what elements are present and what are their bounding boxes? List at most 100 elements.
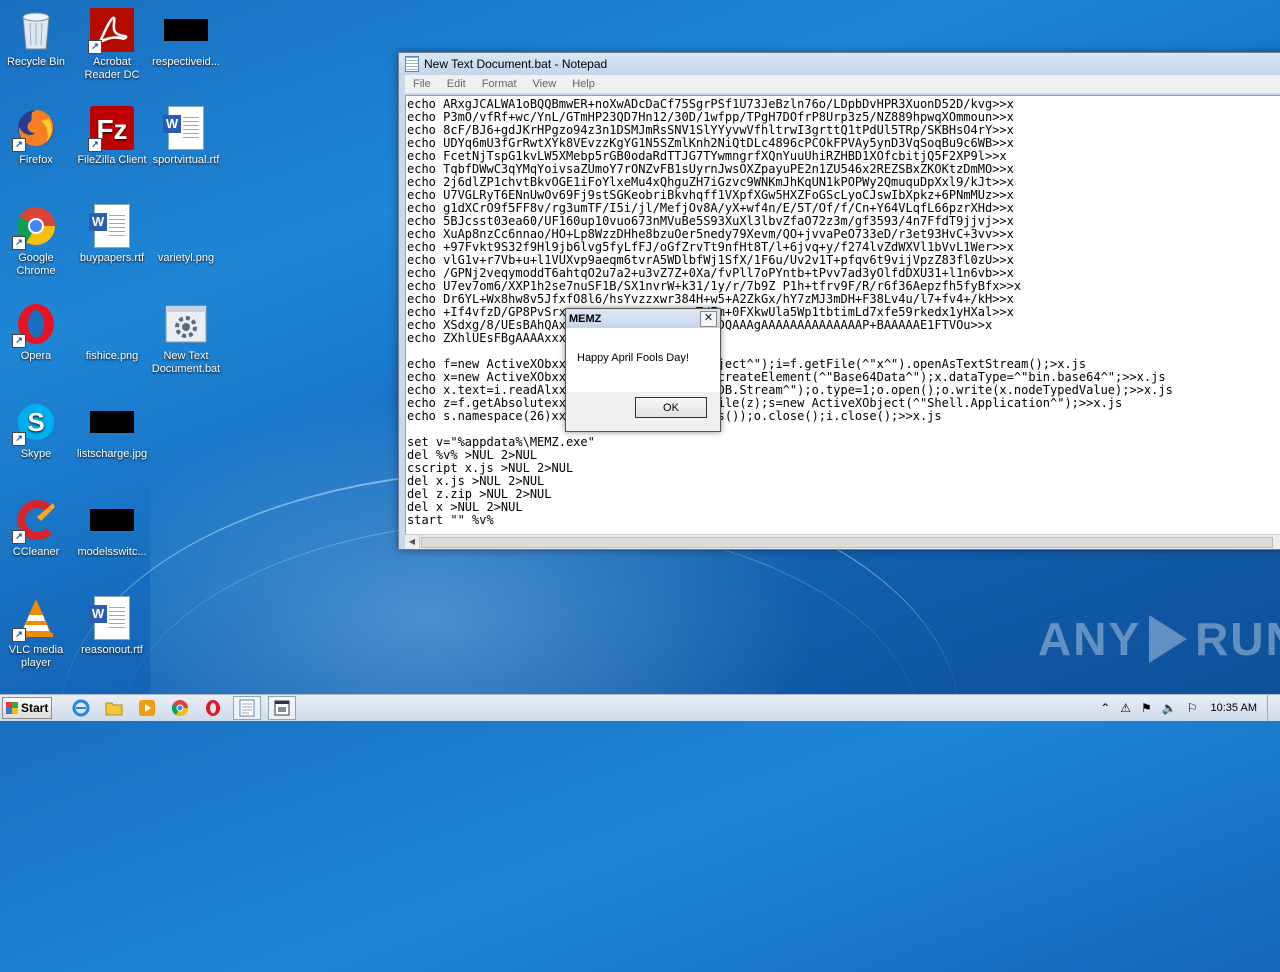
text-line: echo g1dXCrO9f5FF8v/rg3umTF/I5i/jl/MefjO… [407, 201, 1014, 215]
opera-icon[interactable] [200, 697, 226, 719]
windows-logo-icon [6, 702, 18, 714]
desktop-icon-listscharge[interactable]: listscharge.jpg [74, 400, 150, 461]
clock[interactable]: 10:35 AM [1211, 702, 1257, 714]
dialog-titlebar[interactable]: MEMZ [566, 309, 720, 328]
text-line: echo ARxgJCALWA1oBQQBmwER+noXwADcDaCf75S… [407, 97, 1014, 111]
menu-edit[interactable]: Edit [439, 78, 474, 90]
scroll-left-icon[interactable]: ◀ [405, 535, 420, 549]
dialog-message: Happy April Fools Day! [577, 352, 689, 364]
desktop-icon-label: reasonout.rtf [81, 644, 143, 656]
ok-button[interactable]: OK [635, 397, 707, 418]
network-warning-icon[interactable]: ⚠ [1120, 701, 1131, 715]
desktop-icon-label: sportvirtual.rtf [152, 154, 220, 166]
desktop-icon-label: Recycle Bin [6, 56, 66, 68]
shortcut-arrow-icon: ↗ [12, 628, 26, 642]
notepad-window[interactable]: New Text Document.bat - Notepad File Edi… [398, 52, 1280, 550]
start-label: Start [21, 701, 49, 715]
menu-view[interactable]: View [525, 78, 565, 90]
volume-icon[interactable]: 🔈 [1162, 701, 1177, 715]
notepad-text-area[interactable]: echo ARxgJCALWA1oBQQBmwER+noXwADcDaCf75S… [405, 95, 1280, 535]
dialog-title: MEMZ [569, 312, 602, 325]
desktop-icon-sportvirtual[interactable]: W sportvirtual.rtf [148, 106, 224, 167]
desktop-icon-skype[interactable]: S ↗ Skype [0, 400, 74, 461]
acrobat-icon: ↗ [88, 8, 134, 54]
svg-text:S: S [27, 407, 44, 437]
desktop-icon-new-text-document-bat[interactable]: New Text Document.bat [148, 302, 224, 376]
menu-format[interactable]: Format [474, 78, 525, 90]
desktop-icon-label: New Text Document.bat [151, 350, 221, 375]
notepad-titlebar[interactable]: New Text Document.bat - Notepad [399, 53, 1280, 75]
desktop-icon-fishice[interactable]: fishice.png [74, 302, 150, 363]
show-desktop-button[interactable] [1267, 695, 1280, 721]
desktop-icon-filezilla[interactable]: Fz ↗ FileZilla Client [74, 106, 150, 167]
desktop-icon-label: Firefox [19, 154, 53, 166]
word-doc-icon: W [163, 106, 208, 150]
text-line: echo z=f.getAbsolutexxxxxxxxxxxxxxo.save… [407, 396, 1123, 410]
vlc-icon: ↗ [12, 596, 58, 642]
text-line: echo TqbfDWwC3qYMqYoivsaZUmoY7rONZvFB1sU… [407, 162, 1014, 176]
notepad-icon[interactable] [233, 696, 261, 720]
png-file-icon [164, 204, 208, 248]
horizontal-scrollbar[interactable]: ◀ [405, 534, 1280, 549]
desktop-icon-label: Google Chrome [16, 252, 56, 277]
desktop-icon-firefox[interactable]: ↗ Firefox [0, 106, 74, 167]
text-line: echo f=new ActiveXObxxxxxxxxxxxxxxeSyste… [407, 357, 1087, 371]
media-player-icon[interactable] [134, 697, 160, 719]
chrome-icon: ↗ [12, 204, 58, 250]
chrome-icon[interactable] [167, 697, 193, 719]
desktop-icon-modelsswitc[interactable]: modelsswitc... [74, 498, 150, 559]
text-line: echo UDYq6mU3fGrRwtXYk8VEvzzKgYG1N5SZmlK… [407, 136, 1014, 150]
text-line: echo x=new ActiveXObxxxxxxxxxxxxxxument^… [407, 370, 1166, 384]
show-hidden-icons-icon[interactable]: ⌃ [1100, 701, 1110, 715]
desktop-icon-reasonout[interactable]: W reasonout.rtf [74, 596, 150, 657]
desktop-icon-acrobat[interactable]: ↗ Acrobat Reader DC [74, 8, 150, 82]
desktop-icon-label: VLC media player [8, 644, 64, 669]
text-line: set v="%appdata%\MEMZ.exe" [407, 435, 595, 449]
internet-explorer-icon[interactable] [68, 697, 94, 719]
bat-file-icon [164, 302, 208, 346]
desktop-icon-buypapers[interactable]: W buypapers.rtf [74, 204, 150, 265]
desktop-icon-varietyl[interactable]: varietyl.png [148, 204, 224, 265]
png-file-icon [90, 302, 134, 346]
dialog-body: Happy April Fools Day! [566, 328, 720, 392]
memz-dialog[interactable]: MEMZ ✕ Happy April Fools Day! OK [565, 308, 721, 432]
filezilla-icon: Fz ↗ [88, 106, 134, 152]
desktop-icon-vlc[interactable]: ↗ VLC media player [0, 596, 74, 670]
desktop-icon-chrome[interactable]: ↗ Google Chrome [0, 204, 74, 278]
desktop-icon-recycle-bin[interactable]: Recycle Bin [0, 8, 74, 69]
text-line: echo 2j6dlZP1chvtBkvOGE1iFoYlxeMu4xQhguZ… [407, 175, 1014, 189]
text-line: echo XuAp8nzCc6nnao/HO+Lp8WzzDHhe8bzuOer… [407, 227, 1014, 241]
start-button[interactable]: Start [2, 697, 52, 719]
task-icon[interactable] [268, 696, 296, 720]
recycle-bin-icon [14, 8, 58, 52]
action-center-icon[interactable]: ⚐ [1187, 701, 1198, 715]
desktop-icon-label: FileZilla Client [77, 154, 147, 166]
shortcut-arrow-icon: ↗ [12, 334, 26, 348]
shortcut-arrow-icon: ↗ [12, 236, 26, 250]
desktop-icon-label: buypapers.rtf [79, 252, 145, 264]
text-line: echo x.text=i.readAlxxxxxxxxxxxxxxect(^"… [407, 383, 1173, 397]
text-line: echo FcetNjTspG1kvLW5XMebp5rGB0odaRdTTJG… [407, 149, 1007, 163]
scrollbar-thumb[interactable] [421, 537, 1273, 548]
desktop-icon-ccleaner[interactable]: ↗ CCleaner [0, 498, 74, 559]
wallpaper-arc [120, 520, 920, 941]
close-icon[interactable]: ✕ [700, 311, 717, 327]
shortcut-arrow-icon: ↗ [12, 530, 26, 544]
desktop-icon-label: Skype [20, 448, 52, 460]
black-file-icon [164, 8, 208, 52]
explorer-icon[interactable] [101, 697, 127, 719]
firefox-icon: ↗ [12, 106, 58, 152]
jpg-file-icon [90, 400, 134, 444]
menu-file[interactable]: File [405, 78, 439, 90]
text-line: del x.js >NUL 2>NUL [407, 474, 545, 488]
flag-icon[interactable]: ⚑ [1141, 701, 1152, 715]
system-tray: ⌃ ⚠ ⚑ 🔈 ⚐ 10:35 AM [1095, 695, 1280, 721]
black-file-icon [90, 498, 134, 542]
text-line: echo U7VGLRyT6ENnUwOv69Fj9stSGKeobriBkvh… [407, 188, 1014, 202]
menu-help[interactable]: Help [564, 78, 603, 90]
watermark-logo: ANY RUN [1038, 612, 1280, 666]
text-line: echo vlG1v+r7Vb+u+l1VUXvp9aeqm6tvrA5WDlb… [407, 253, 1014, 267]
text-line: echo /GPNj2veqymoddT6ahtqO2u7a2+u3vZ7Z+0… [407, 266, 1014, 280]
desktop-icon-opera[interactable]: ↗ Opera [0, 302, 74, 363]
desktop-icon-respectiveid[interactable]: respectiveid... [148, 8, 224, 69]
